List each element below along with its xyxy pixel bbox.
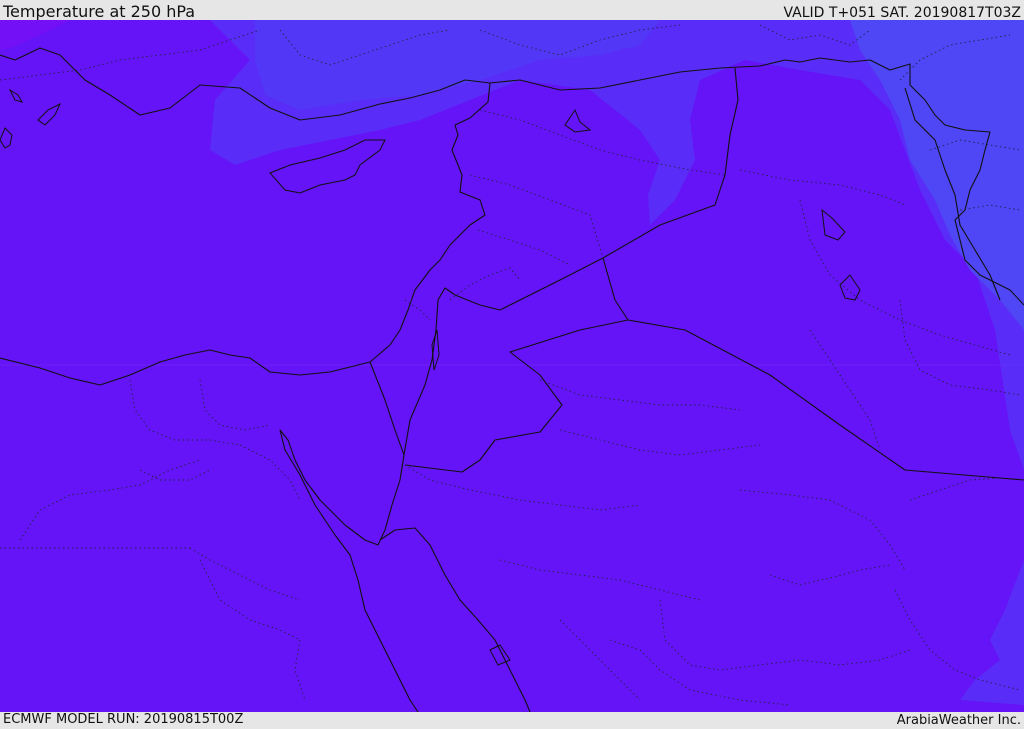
field-base — [0, 20, 1024, 712]
temperature-map[interactable] — [0, 20, 1024, 712]
footer-bar: ECMWF MODEL RUN: 20190815T00Z ArabiaWeat… — [0, 712, 1024, 729]
credit: ArabiaWeather Inc. — [896, 713, 1021, 728]
header-bar: Temperature at 250 hPa VALID T+051 SAT. … — [0, 0, 1024, 21]
map-title: Temperature at 250 hPa — [3, 2, 196, 21]
model-run: ECMWF MODEL RUN: 20190815T00Z — [3, 712, 244, 727]
valid-time: VALID T+051 SAT. 20190817T03Z — [783, 5, 1021, 21]
